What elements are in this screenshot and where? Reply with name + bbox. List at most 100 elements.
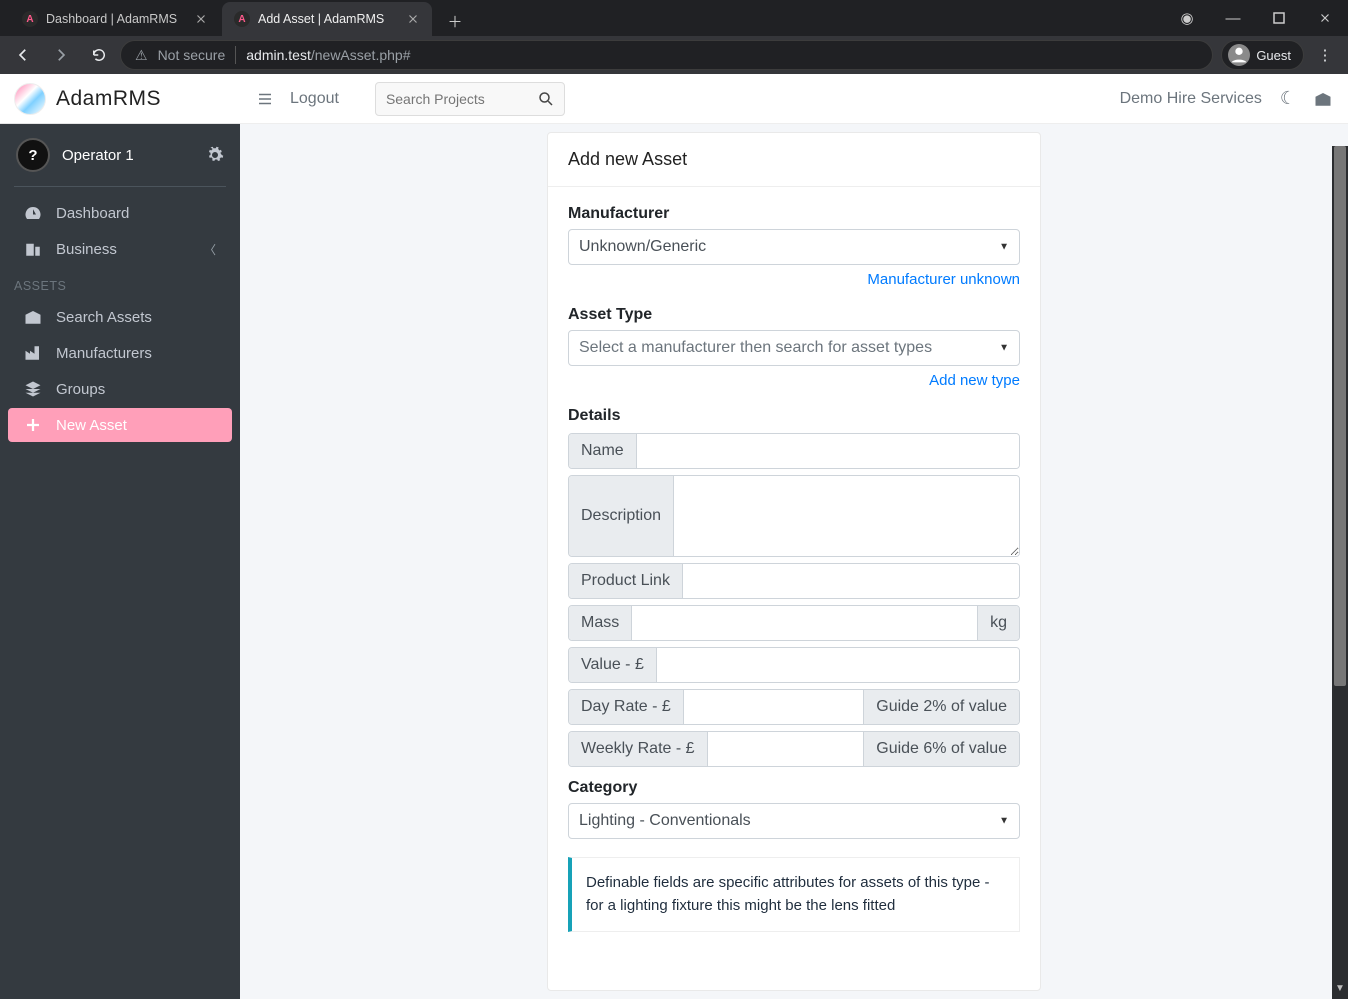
avatar-icon: [1228, 44, 1250, 66]
product-link-field-group: Product Link: [568, 563, 1020, 599]
sidebar-item-groups[interactable]: Groups: [8, 372, 232, 406]
category-label: Category: [568, 779, 1020, 797]
warehouse-icon: [24, 308, 44, 326]
value-field-group: Value - £: [568, 647, 1020, 683]
sidebar-item-manufacturers[interactable]: Manufacturers: [8, 336, 232, 370]
chevron-left-icon: 〈: [204, 241, 216, 258]
warehouse-icon[interactable]: [1314, 90, 1332, 108]
value-label: Value - £: [569, 648, 657, 682]
window-close-icon[interactable]: [1302, 0, 1348, 36]
search-icon[interactable]: [537, 90, 555, 108]
logo-icon: [14, 83, 46, 115]
name-input[interactable]: [637, 434, 1019, 468]
kebab-icon[interactable]: ⋮: [1308, 46, 1342, 64]
chevron-down-icon: ▼: [999, 343, 1009, 354]
mass-label: Mass: [569, 606, 632, 640]
mass-field-group: Mass kg: [568, 605, 1020, 641]
day-rate-input[interactable]: [684, 690, 863, 724]
product-link-label: Product Link: [569, 564, 683, 598]
sidebar-item-label: Business: [56, 241, 117, 258]
description-label: Description: [569, 476, 674, 556]
tenant-label[interactable]: Demo Hire Services: [1120, 90, 1262, 108]
profile-label: Guest: [1256, 48, 1291, 63]
sidebar-item-business[interactable]: Business 〈: [8, 232, 232, 266]
tab-title: Add Asset | AdamRMS: [258, 12, 384, 26]
profile-chip[interactable]: Guest: [1221, 40, 1304, 70]
sidebar-item-label: New Asset: [56, 417, 127, 434]
scroll-thumb[interactable]: [1334, 146, 1346, 686]
day-rate-field-group: Day Rate - £ Guide 2% of value: [568, 689, 1020, 725]
description-field-group: Description: [568, 475, 1020, 557]
favicon: A: [234, 11, 250, 27]
back-button[interactable]: [6, 39, 40, 71]
new-asset-card: Add new Asset Manufacturer Unknown/Gener…: [547, 132, 1041, 991]
sidebar-item-new-asset[interactable]: New Asset: [8, 408, 232, 442]
asset-type-select[interactable]: Select a manufacturer then search for as…: [568, 330, 1020, 366]
chevron-down-icon: ▼: [999, 242, 1009, 253]
browser-tab-1[interactable]: A Dashboard | AdamRMS: [10, 2, 220, 36]
card-title: Add new Asset: [548, 133, 1040, 187]
sidebar-item-search-assets[interactable]: Search Assets: [8, 300, 232, 334]
week-rate-hint: Guide 6% of value: [863, 732, 1019, 766]
address-bar[interactable]: ⚠ Not secure admin.test/newAsset.php#: [120, 40, 1213, 70]
brand[interactable]: AdamRMS: [0, 74, 240, 124]
sidebar-item-dashboard[interactable]: Dashboard: [8, 196, 232, 230]
not-secure-label: Not secure: [158, 47, 226, 63]
mass-unit: kg: [977, 606, 1019, 640]
user-name: Operator 1: [62, 147, 134, 164]
plus-icon: [24, 416, 44, 434]
asset-type-placeholder: Select a manufacturer then search for as…: [579, 339, 932, 356]
incognito-icon: ◉: [1164, 0, 1210, 36]
mass-input[interactable]: [632, 606, 977, 640]
layers-icon: [24, 380, 44, 398]
industry-icon: [24, 344, 44, 362]
moon-icon[interactable]: ☾: [1280, 88, 1296, 109]
product-link-input[interactable]: [683, 564, 1019, 598]
category-value: Lighting - Conventionals: [579, 812, 751, 829]
category-select[interactable]: Lighting - Conventionals ▼: [568, 803, 1020, 839]
close-icon[interactable]: [406, 12, 420, 26]
week-rate-field-group: Weekly Rate - £ Guide 6% of value: [568, 731, 1020, 767]
menu-toggle-icon[interactable]: [256, 90, 274, 108]
maximize-icon[interactable]: [1256, 0, 1302, 36]
add-new-type-link[interactable]: Add new type: [929, 372, 1020, 389]
week-rate-label: Weekly Rate - £: [569, 732, 708, 766]
sidebar-section-header: ASSETS: [0, 267, 240, 299]
description-input[interactable]: [674, 476, 1019, 556]
url-path: /newAsset.php#: [311, 47, 411, 63]
gear-icon[interactable]: [206, 146, 224, 164]
sidebar-item-label: Dashboard: [56, 205, 129, 222]
asset-type-label: Asset Type: [568, 306, 1020, 324]
definable-fields-info: Definable fields are specific attributes…: [568, 857, 1020, 932]
user-avatar: ?: [16, 138, 50, 172]
day-rate-hint: Guide 2% of value: [863, 690, 1019, 724]
minimize-icon[interactable]: —: [1210, 0, 1256, 36]
name-field-group: Name: [568, 433, 1020, 469]
gauge-icon: [24, 204, 44, 222]
name-label: Name: [569, 434, 637, 468]
tab-title: Dashboard | AdamRMS: [46, 12, 177, 26]
manufacturer-select[interactable]: Unknown/Generic ▼: [568, 229, 1020, 265]
browser-tab-2[interactable]: A Add Asset | AdamRMS: [222, 2, 432, 36]
day-rate-label: Day Rate - £: [569, 690, 684, 724]
favicon: A: [22, 11, 38, 27]
sidebar-item-label: Manufacturers: [56, 345, 152, 362]
url-host: admin.test: [246, 47, 311, 63]
manufacturer-value: Unknown/Generic: [579, 238, 706, 255]
details-header: Details: [568, 407, 1020, 425]
new-tab-button[interactable]: ＋: [440, 6, 470, 36]
logout-link[interactable]: Logout: [290, 90, 339, 108]
scroll-down-icon[interactable]: ▼: [1332, 983, 1348, 999]
chevron-down-icon: ▼: [999, 816, 1009, 827]
not-secure-icon: ⚠: [135, 47, 148, 64]
week-rate-input[interactable]: [708, 732, 864, 766]
building-icon: [24, 240, 44, 258]
manufacturer-label: Manufacturer: [568, 205, 1020, 223]
close-icon[interactable]: [194, 12, 208, 26]
forward-button[interactable]: [44, 39, 78, 71]
manufacturer-unknown-link[interactable]: Manufacturer unknown: [867, 271, 1020, 288]
reload-button[interactable]: [82, 39, 116, 71]
brand-title: AdamRMS: [56, 87, 161, 111]
scrollbar[interactable]: ▲ ▼: [1332, 146, 1348, 999]
value-input[interactable]: [657, 648, 1019, 682]
